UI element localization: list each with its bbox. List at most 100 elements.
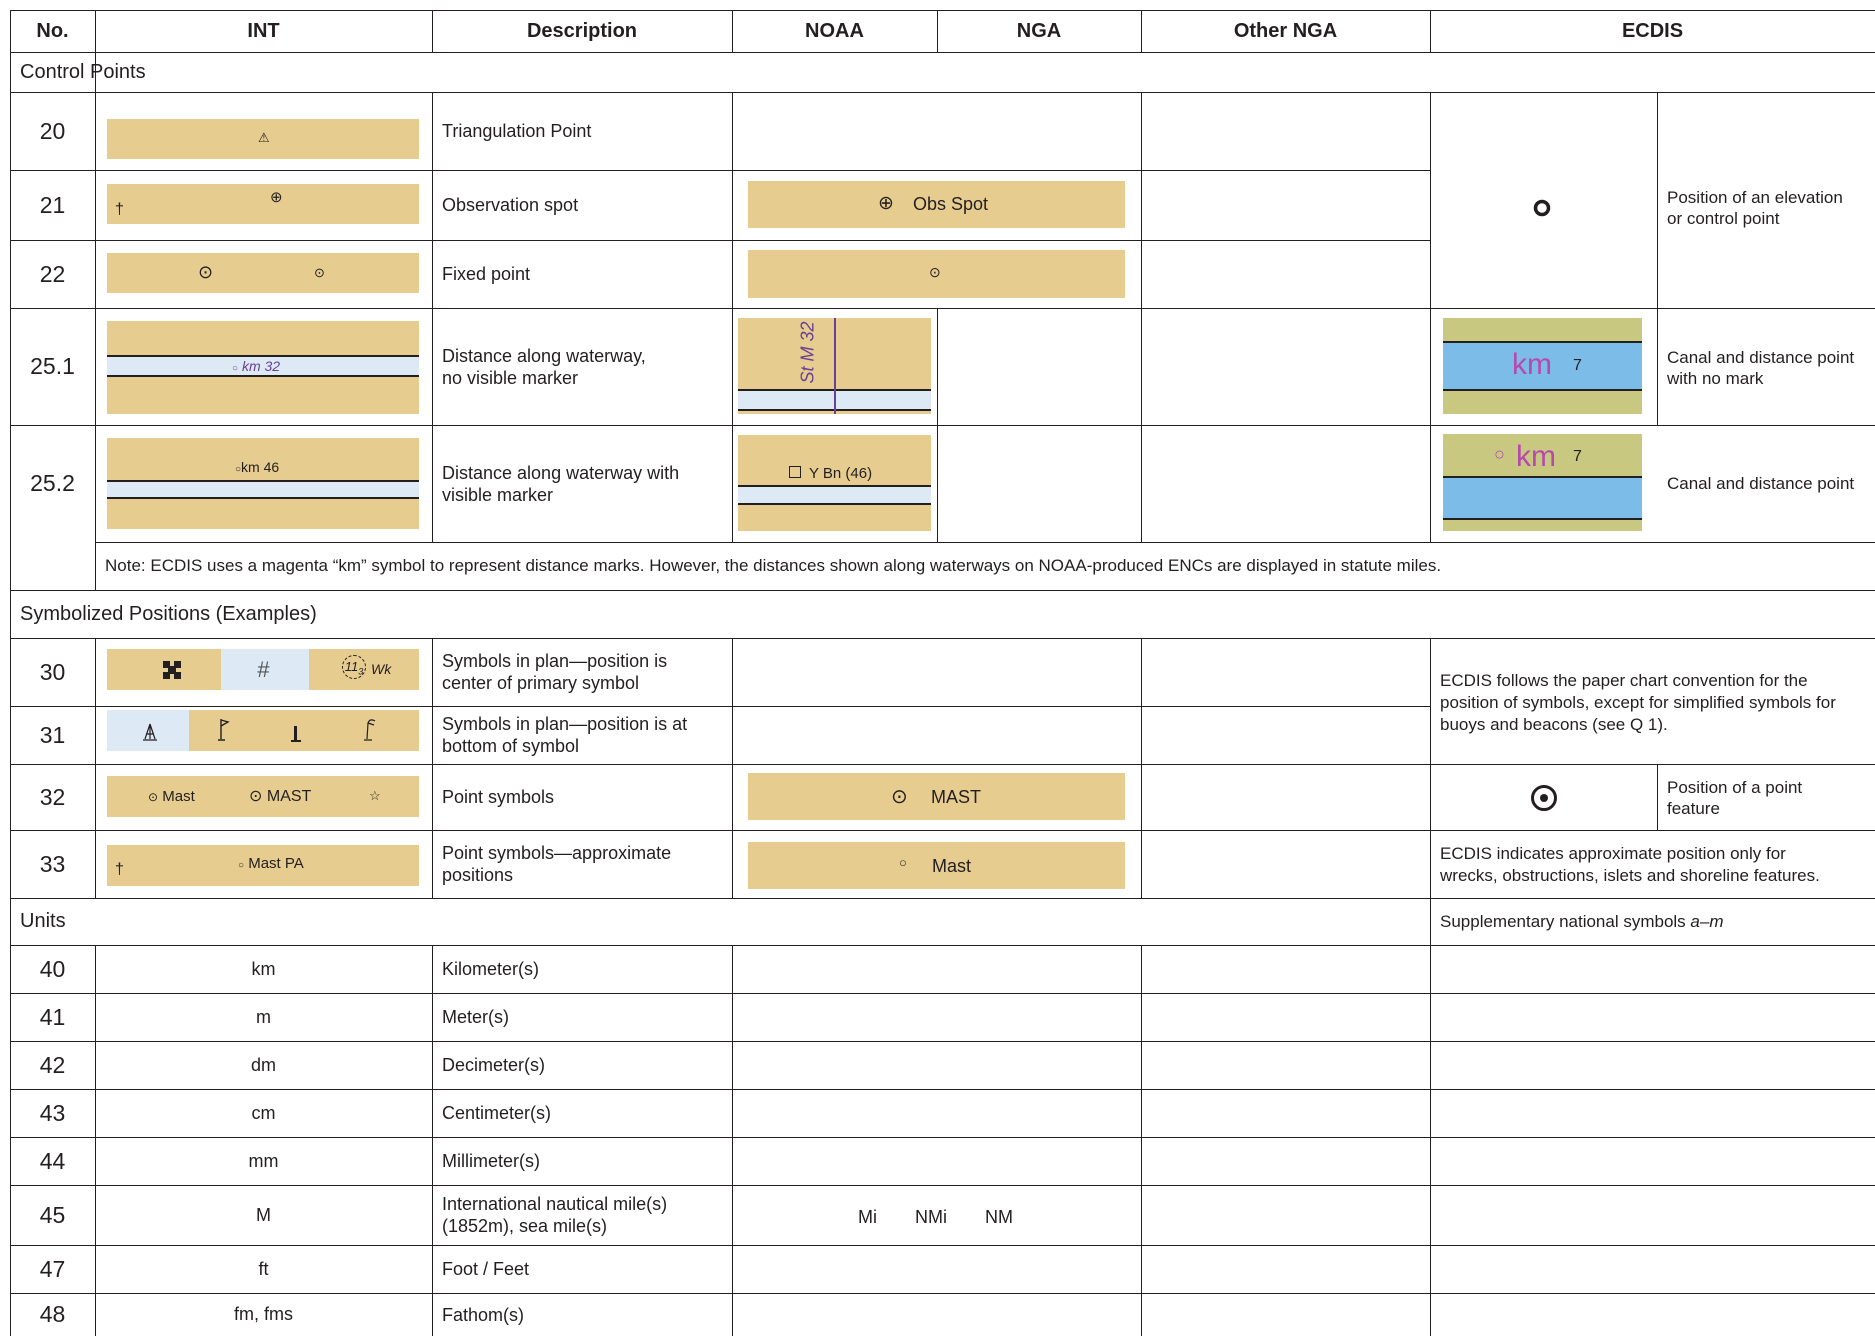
- int-waterway-bank: [107, 497, 419, 499]
- distance-text: km 32: [241, 358, 281, 374]
- row-number: 40: [39, 955, 66, 982]
- elevation-point-icon: [1533, 199, 1551, 217]
- int-waterway-bank: [107, 375, 419, 377]
- mast-small-icon: ○: [899, 855, 907, 870]
- row-description: Observation spot: [442, 195, 579, 215]
- noaa-waterway-bank: [738, 503, 931, 505]
- wreck-sub: 3: [358, 666, 364, 677]
- row-number: 21: [39, 191, 66, 218]
- vline-noaa: [937, 308, 938, 542]
- noaa-unit-abbrev: NMi: [915, 1207, 947, 1227]
- ecdis-desc-line: Position of an elevation: [1667, 188, 1843, 207]
- vline-nga: [1141, 92, 1142, 542]
- noaa-distance-line: [834, 318, 836, 414]
- mast-pa-text: Mast PA: [248, 855, 304, 872]
- hline: [10, 638, 1875, 639]
- vline-desc: [732, 92, 733, 542]
- row-number: 32: [39, 783, 66, 810]
- observation-spot-icon: ⊕: [878, 193, 894, 214]
- noaa-label: Obs Spot: [913, 194, 989, 214]
- hline: [10, 92, 1875, 93]
- desc-line: no visible marker: [442, 367, 579, 388]
- wreck-icon: 113: [342, 655, 366, 679]
- ecdis-km-symbol: km: [1512, 348, 1552, 381]
- hline: [10, 830, 1875, 831]
- ecdis-note-line: buoys and beacons (see Q 1).: [1440, 715, 1668, 734]
- chart-symbols-table: No. INT Description NOAA NGA Other NGA E…: [0, 0, 1875, 1336]
- noaa-distance-label: St M 32: [797, 321, 818, 384]
- mast-icon: ⊙: [249, 788, 263, 805]
- row-number: 47: [39, 1255, 66, 1282]
- wreck-number: 11: [344, 659, 359, 674]
- row-number: 42: [39, 1051, 66, 1078]
- mast-pa-label: ○ Mast PA: [238, 855, 304, 872]
- noaa-waterway-bank: [738, 485, 931, 487]
- header-nga: NGA: [1016, 19, 1062, 42]
- beacon-icon: [143, 723, 157, 741]
- unit-description: International nautical mile(s) (1852m), …: [432, 1185, 732, 1245]
- distance-label: ○km 46: [235, 459, 279, 475]
- row-number: 44: [39, 1147, 66, 1174]
- section-symbolized-positions: Symbolized Positions (Examples): [20, 602, 317, 625]
- row-number: 48: [39, 1301, 66, 1327]
- mast-text: MAST: [266, 788, 312, 805]
- ecdis-km-number: 7: [1573, 357, 1582, 374]
- vline-ecdis: [1657, 92, 1658, 425]
- supplementary-range: a–m: [1690, 911, 1724, 931]
- desc-line: Symbols in plan—position is at: [442, 714, 688, 734]
- row-description: Symbols in plan—position is center of pr…: [432, 638, 732, 706]
- unit-abbrev: mm: [248, 1150, 279, 1171]
- desc-line: Distance along waterway with: [442, 462, 680, 483]
- fixed-point-icon: ⊙: [198, 262, 214, 282]
- ecdis-description: Position of an elevation or control poin…: [1667, 185, 1875, 231]
- section-control-points: Control Points: [20, 60, 146, 83]
- row-number: 33: [39, 850, 66, 877]
- vline-no: [95, 92, 96, 590]
- row-description: Point symbols: [442, 787, 555, 807]
- vline-nga: [1141, 638, 1142, 898]
- desc-line: Point symbols—approximate: [442, 843, 672, 863]
- row-number: 41: [39, 1003, 66, 1030]
- star-icon: ☆: [369, 788, 381, 803]
- desc-line: (1852m), sea mile(s): [442, 1216, 608, 1236]
- mast-label: ⊙ Mast: [148, 788, 195, 805]
- ecdis-distance-circle-icon: ○: [1494, 444, 1505, 464]
- ecdis-description: Canal and distance point: [1667, 473, 1855, 493]
- unit-abbrev: cm: [251, 1102, 276, 1123]
- unit-description: Millimeter(s): [442, 1151, 540, 1171]
- ecdis-description: Position of a point feature: [1667, 776, 1875, 820]
- ecdis-canal-bank: [1443, 389, 1642, 391]
- header-int: INT: [247, 19, 280, 42]
- int-waterway-bank: [107, 355, 419, 357]
- desc-line: visible marker: [442, 484, 554, 505]
- header-no: No.: [36, 19, 69, 42]
- row-number: 20: [39, 117, 66, 144]
- hash-symbol: #: [257, 657, 270, 682]
- unit-description: Fathom(s): [442, 1304, 525, 1325]
- ecdis-canal-bank: [1443, 518, 1642, 520]
- ecdis-approx-note: ECDIS indicates approximate position onl…: [1440, 840, 1875, 890]
- vline-desc: [732, 638, 733, 898]
- section-units: Units: [20, 910, 66, 932]
- desc-line: International nautical mile(s): [442, 1194, 668, 1214]
- ecdis-desc-line: Canal and distance point: [1667, 348, 1855, 367]
- row-number: 43: [39, 1099, 66, 1126]
- unit-abbrev: ft: [258, 1258, 269, 1279]
- cross-icon: †: [115, 201, 124, 218]
- beacon-square-icon: [789, 466, 801, 478]
- int-symbol-box: [107, 253, 419, 293]
- noaa-label: MAST: [931, 787, 982, 807]
- row-description: Point symbols—approximate positions: [432, 830, 732, 898]
- fixed-point-icon: ⊙: [314, 265, 325, 280]
- noaa-label: Mast: [932, 856, 972, 876]
- mast-small-icon: ⊙: [148, 790, 159, 804]
- unit-description: Centimeter(s): [442, 1103, 552, 1123]
- desc-line: Symbols in plan—position is: [442, 651, 668, 671]
- ecdis-desc-line: with no mark: [1667, 369, 1764, 388]
- hline: [10, 764, 1875, 765]
- row-number: 30: [39, 658, 66, 685]
- ecdis-description: Canal and distance point with no mark: [1667, 346, 1875, 390]
- mast-text: Mast: [162, 788, 195, 805]
- triangulation-icon: ⚠: [258, 130, 270, 145]
- distance-label: ○ km 32: [232, 358, 280, 374]
